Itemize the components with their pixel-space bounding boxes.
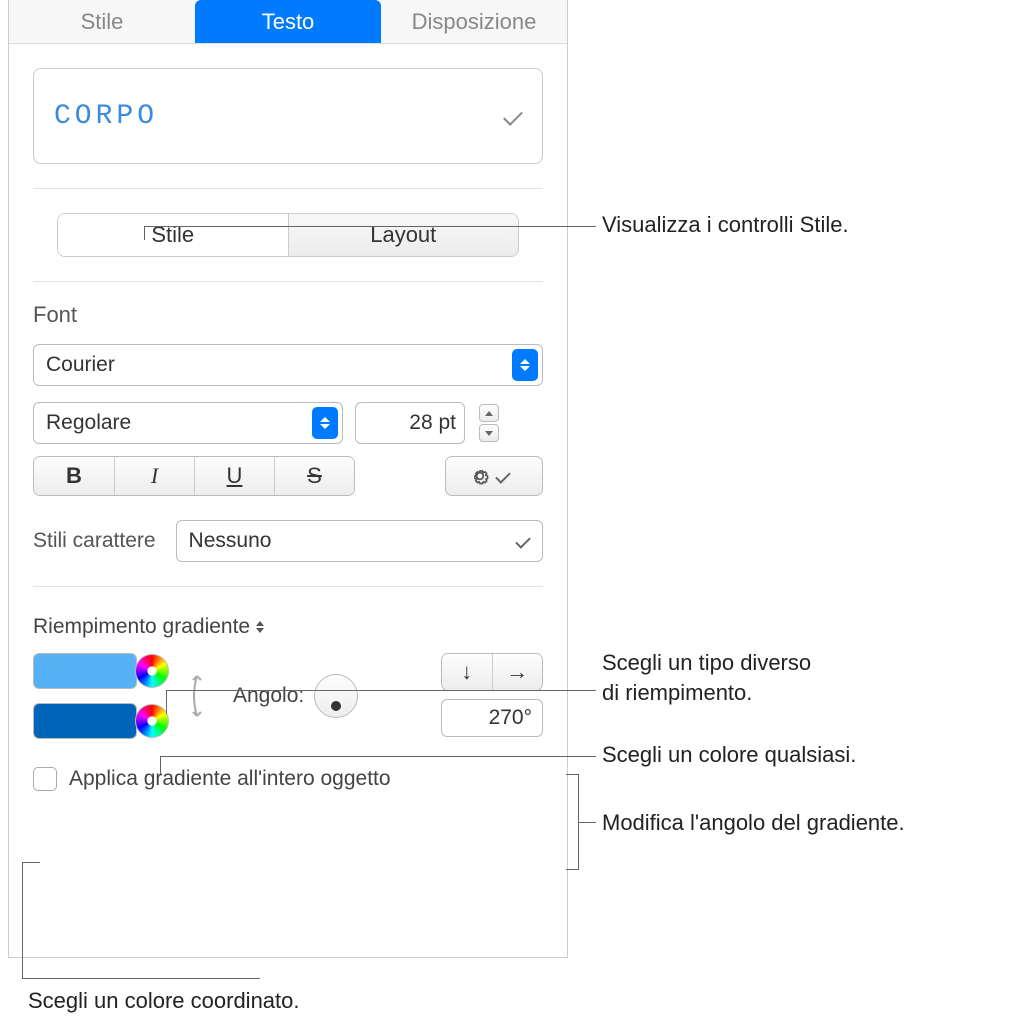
strikethrough-button[interactable]: S — [274, 457, 354, 495]
callout-angle: Modifica l'angolo del gradiente. — [602, 808, 905, 838]
gradient-color-well-1[interactable] — [33, 653, 137, 689]
fill-type-popup[interactable]: Riempimento gradiente — [33, 615, 567, 639]
updown-arrows-icon — [312, 407, 338, 439]
callout-line — [22, 862, 23, 978]
divider — [33, 188, 543, 189]
font-size-stepper — [479, 404, 499, 442]
top-tabs: Stile Testo Disposizione — [9, 0, 567, 44]
inspector-panel: Stile Testo Disposizione CORPO Stile Lay… — [8, 0, 568, 958]
callout-line — [160, 756, 596, 757]
divider — [33, 586, 543, 587]
char-styles-popup[interactable]: Nessuno — [176, 520, 543, 562]
angle-label: Angolo: — [233, 684, 304, 708]
callout-line — [144, 226, 596, 227]
divider — [33, 281, 543, 282]
angle-value: 270° — [489, 706, 532, 730]
tab-style[interactable]: Stile — [9, 0, 195, 43]
callout-line — [166, 690, 596, 691]
italic-button[interactable]: I — [114, 457, 194, 495]
callout-line — [160, 756, 161, 774]
paragraph-style-popup[interactable]: CORPO — [33, 68, 543, 164]
chevron-down-icon — [495, 468, 511, 484]
font-weight-value: Regolare — [46, 411, 131, 435]
angle-field[interactable]: 270° — [441, 699, 543, 737]
advanced-options-button[interactable] — [445, 456, 543, 496]
font-size-field[interactable]: 28 pt — [355, 402, 465, 444]
callout-matching-color: Scegli un colore coordinato. — [28, 986, 300, 1016]
direction-horizontal-button[interactable]: → — [492, 654, 543, 690]
font-heading: Font — [33, 302, 567, 328]
sub-tab-style[interactable]: Stile — [58, 214, 288, 256]
style-segment-group: B I U S — [33, 456, 355, 496]
callout-style-controls: Visualizza i controlli Stile. — [602, 210, 849, 240]
font-weight-popup[interactable]: Regolare — [33, 402, 343, 444]
callout-fill-type: Scegli un tipo diversodi riempimento. — [602, 648, 811, 707]
fill-type-label: Riempimento gradiente — [33, 615, 250, 639]
color-picker-button-2[interactable] — [135, 704, 169, 738]
apply-whole-object-checkbox[interactable] — [33, 767, 57, 791]
gradient-color-well-2[interactable] — [33, 703, 137, 739]
paragraph-style-label: CORPO — [54, 101, 158, 132]
char-styles-label: Stili carattere — [33, 529, 156, 553]
underline-button[interactable]: U — [194, 457, 274, 495]
angle-knob-indicator — [331, 701, 341, 711]
gradient-controls: Angolo: ↓ → 270° — [33, 653, 543, 739]
color-picker-button-1[interactable] — [135, 654, 169, 688]
callout-line — [166, 690, 167, 714]
direction-vertical-button[interactable]: ↓ — [442, 654, 492, 690]
tab-text[interactable]: Testo — [195, 0, 381, 43]
apply-whole-object-label: Applica gradiente all'intero oggetto — [69, 767, 391, 791]
chevron-down-icon — [515, 533, 531, 549]
callout-line — [578, 822, 596, 823]
chevron-down-icon — [503, 106, 523, 126]
sub-tab-layout[interactable]: Layout — [288, 214, 519, 256]
gear-icon — [470, 466, 490, 486]
callout-line — [22, 862, 40, 863]
direction-segment: ↓ → — [441, 653, 543, 691]
callout-line — [144, 226, 145, 240]
font-family-popup[interactable]: Courier — [33, 344, 543, 386]
stepper-up-button[interactable] — [479, 404, 499, 422]
char-styles-value: Nessuno — [189, 529, 272, 553]
swap-colors-button[interactable] — [187, 666, 215, 726]
bold-button[interactable]: B — [34, 457, 114, 495]
stepper-down-button[interactable] — [479, 424, 499, 442]
tab-arrange[interactable]: Disposizione — [381, 0, 567, 43]
angle-knob[interactable] — [314, 674, 358, 718]
updown-arrows-icon — [512, 349, 538, 381]
font-family-value: Courier — [46, 353, 115, 377]
sub-tabs: Stile Layout — [57, 213, 519, 257]
font-size-value: 28 pt — [409, 411, 456, 435]
callout-line — [22, 978, 260, 979]
callout-any-color: Scegli un colore qualsiasi. — [602, 740, 856, 770]
updown-arrows-icon — [256, 621, 264, 633]
